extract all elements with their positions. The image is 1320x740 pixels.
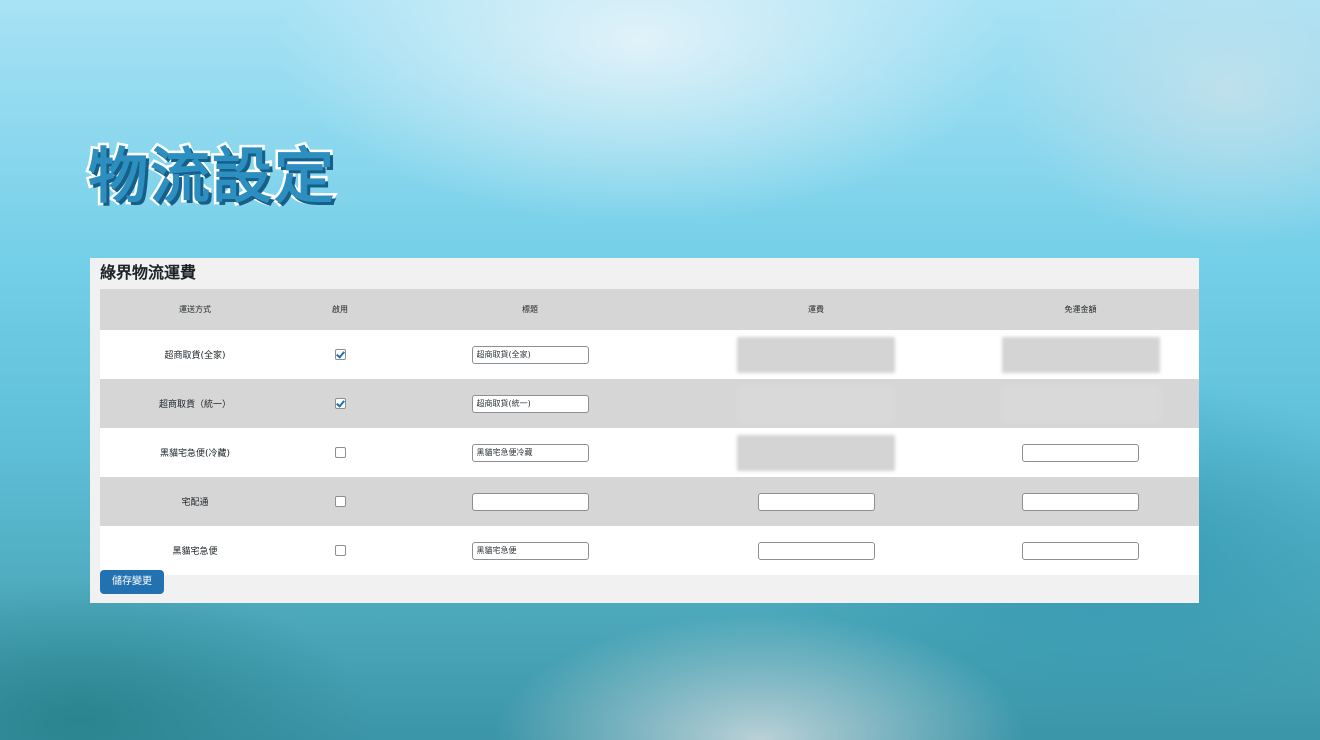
table-row: 黑貓宅急便	[100, 526, 1199, 575]
method-label: 超商取貨（統一）	[100, 379, 290, 428]
table-row: 宅配通	[100, 477, 1199, 526]
fee-input-blurred[interactable]	[737, 336, 895, 373]
method-label: 宅配通	[100, 477, 290, 526]
table-row: 黑貓宅急便(冷藏)	[100, 428, 1199, 477]
free-amount-input[interactable]	[1022, 541, 1139, 560]
fee-input[interactable]	[757, 541, 875, 560]
column-header-enabled: 啟用	[290, 289, 390, 330]
free-amount-input-blurred[interactable]	[1001, 385, 1160, 422]
free-amount-input[interactable]	[1022, 443, 1139, 462]
title-input[interactable]	[471, 345, 589, 364]
fee-input-blurred[interactable]	[737, 385, 895, 422]
title-input[interactable]	[471, 443, 589, 462]
fee-input-blurred[interactable]	[737, 434, 895, 471]
panel-title: 綠界物流運費	[100, 263, 197, 282]
enable-checkbox[interactable]	[334, 545, 346, 556]
table-row: 超商取貨（統一）	[100, 379, 1199, 428]
column-header-fee: 運費	[670, 289, 962, 330]
method-label: 黑貓宅急便	[100, 526, 290, 575]
free-amount-input[interactable]	[1022, 492, 1139, 511]
column-header-method: 運送方式	[100, 289, 290, 330]
enable-checkbox[interactable]	[334, 447, 346, 458]
fee-input[interactable]	[757, 492, 875, 511]
table-header-row: 運送方式 啟用 標題 運費 免運金額	[100, 289, 1199, 330]
title-input[interactable]	[471, 492, 589, 511]
save-changes-button[interactable]: 儲存變更	[100, 570, 164, 594]
enable-checkbox[interactable]	[334, 496, 346, 507]
shipping-methods-table: 運送方式 啟用 標題 運費 免運金額 超商取貨(全家) 超商取貨（統一）	[100, 289, 1199, 575]
column-header-free-amount: 免運金額	[962, 289, 1199, 330]
method-label: 黑貓宅急便(冷藏)	[100, 428, 290, 477]
title-input[interactable]	[471, 394, 589, 413]
free-amount-input-blurred[interactable]	[1001, 336, 1160, 373]
enable-checkbox[interactable]	[334, 398, 346, 409]
table-row: 超商取貨(全家)	[100, 330, 1199, 379]
column-header-title: 標題	[390, 289, 670, 330]
method-label: 超商取貨(全家)	[100, 330, 290, 379]
page-hero-title: 物流設定	[86, 140, 337, 215]
shipping-settings-panel: 綠界物流運費 運送方式 啟用 標題 運費 免運金額 超商取貨(全家) 超商取貨(…	[90, 258, 1199, 603]
enable-checkbox[interactable]	[334, 349, 346, 360]
title-input[interactable]	[471, 541, 589, 560]
